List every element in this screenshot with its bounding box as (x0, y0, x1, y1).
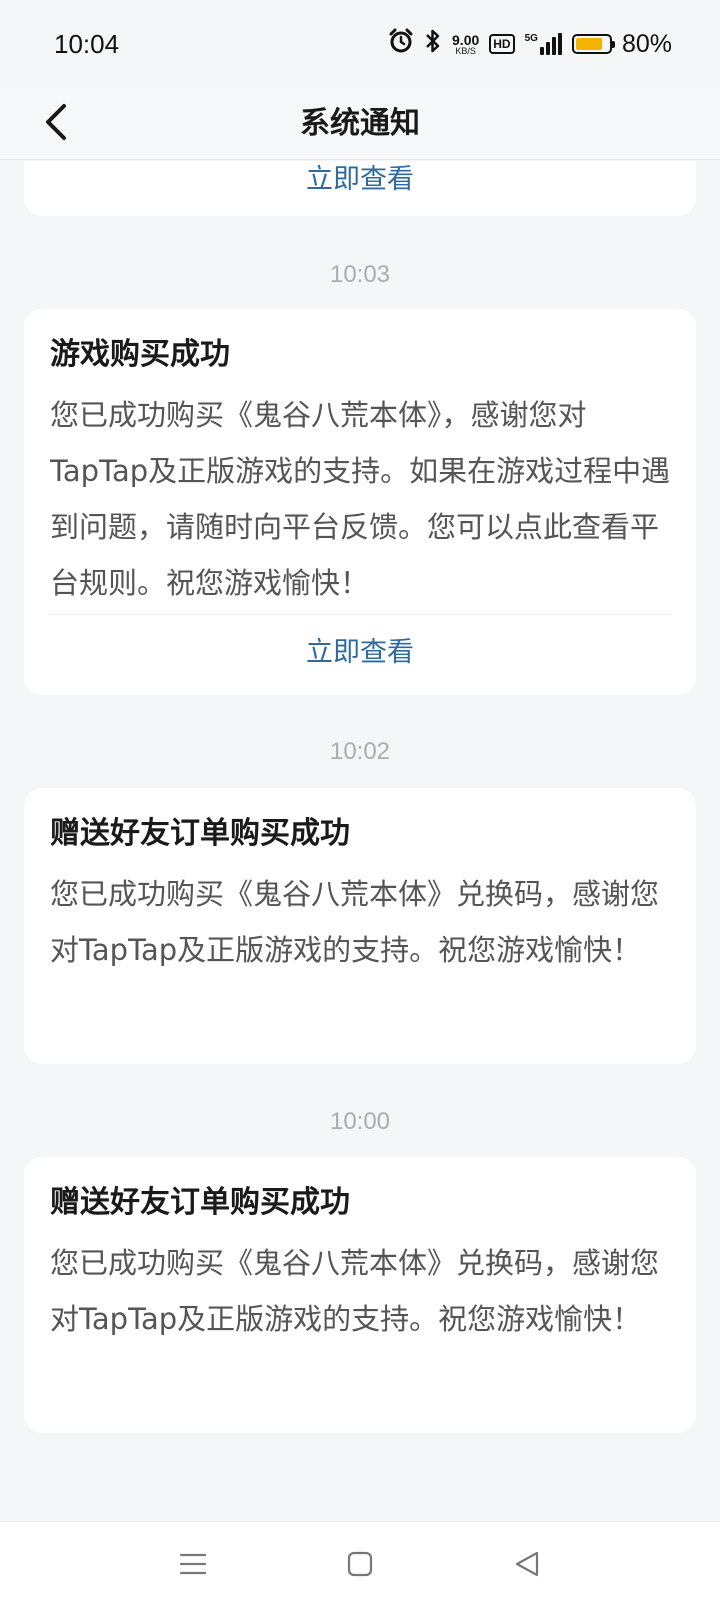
battery-percent: 80% (621, 29, 672, 58)
notification-body: 您已成功购买《鬼谷八荒本体》，感谢您对TapTap及正版游戏的支持。如果在游戏过… (50, 398, 671, 600)
network-speed: 9.00 KB/S (452, 33, 479, 56)
bluetooth-icon (424, 28, 442, 60)
battery-icon (571, 34, 615, 54)
status-bar: 10:04 9.00 KB/S HD 5G 80% (0, 0, 720, 88)
screen: 10:04 9.00 KB/S HD 5G 80% 系统通知 立即查看 10:0… (0, 0, 720, 1610)
back-triangle-icon (513, 1550, 541, 1582)
signal-icon: 5G (525, 33, 562, 55)
notification-body: 您已成功购买《鬼谷八荒本体》兑换码，感谢您对TapTap及正版游戏的支持。祝您游… (50, 1246, 660, 1336)
notification-list[interactable]: 立即查看 10:03 游戏购买成功 您已成功购买《鬼谷八荒本体》，感谢您对Tap… (0, 161, 720, 1521)
status-icons: 9.00 KB/S HD 5G 80% (388, 28, 672, 60)
notification-title: 游戏购买成功 (50, 337, 230, 372)
network-speed-unit: KB/S (455, 45, 476, 56)
alarm-icon (388, 28, 414, 60)
network-type: 5G (524, 33, 538, 44)
notification-time: 10:03 (329, 261, 391, 288)
notification-card: 游戏购买成功 您已成功购买《鬼谷八荒本体》，感谢您对TapTap及正版游戏的支持… (24, 309, 696, 695)
view-now-button[interactable]: 立即查看 (24, 161, 696, 200)
home-icon (347, 1551, 373, 1581)
menu-icon (179, 1552, 207, 1580)
notification-card: 立即查看 (24, 161, 696, 216)
battery-level (575, 38, 602, 50)
menu-button[interactable] (163, 1536, 223, 1596)
card-divider (48, 614, 672, 615)
notification-card: 赠送好友订单购买成功 您已成功购买《鬼谷八荒本体》兑换码，感谢您对TapTap及… (24, 1157, 696, 1433)
notification-title: 赠送好友订单购买成功 (50, 1185, 350, 1220)
system-back-button[interactable] (497, 1536, 557, 1596)
notification-time: 10:00 (329, 1108, 391, 1135)
hd-badge: HD (489, 34, 515, 54)
notification-card: 赠送好友订单购买成功 您已成功购买《鬼谷八荒本体》兑换码，感谢您对TapTap及… (24, 788, 696, 1064)
view-now-button[interactable]: 立即查看 (24, 633, 696, 673)
status-time: 10:04 (54, 28, 120, 59)
notification-title: 赠送好友订单购买成功 (50, 816, 350, 851)
home-button[interactable] (330, 1536, 390, 1596)
notification-body: 您已成功购买《鬼谷八荒本体》兑换码，感谢您对TapTap及正版游戏的支持。祝您游… (50, 877, 660, 967)
system-nav-bar (0, 1521, 720, 1610)
page-title: 系统通知 (300, 106, 420, 141)
notification-time: 10:02 (329, 738, 391, 765)
network-speed-value: 9.00 (452, 31, 480, 48)
nav-header: 系统通知 (0, 88, 720, 160)
